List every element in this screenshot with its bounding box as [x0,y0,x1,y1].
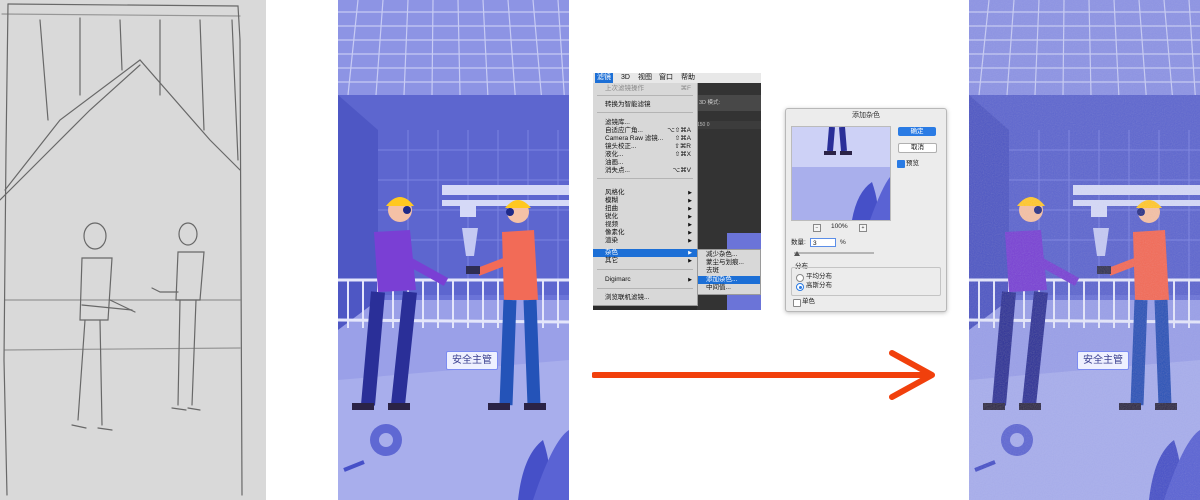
menu-item-liquify[interactable]: 液化... ⇧⌘X [593,151,697,159]
filter-dropdown: 上次滤镜操作 ⌘F 转换为智能滤镜 滤镜库... 自适应广角... ⌥⇧⌘A Cam… [593,83,698,306]
right-arrow [592,348,940,400]
photoshop-filter-menu-screenshot: 3D 模式: 150 0 滤镜 3D 视图 窗口 帮助 上次滤镜操作 ⌘F 转换为… [593,73,761,310]
amount-label: 数量: [791,239,806,246]
menu-3d[interactable]: 3D [621,73,630,83]
add-noise-dialog: 添加杂色 − 100% + 确定 取消 预览 数量: 3 % 分布 平均分布 高… [785,108,947,312]
menu-item-adaptive-wide[interactable]: 自适应广角... ⌥⇧⌘A [593,127,697,135]
menu-item-browse-online[interactable]: 浏览联机滤镜... [593,294,697,302]
menu-window[interactable]: 窗口 [659,73,673,83]
amount-slider-track[interactable] [794,252,874,254]
menu-separator [597,112,693,113]
zoom-out-button[interactable]: − [813,224,821,232]
menu-separator [597,178,693,179]
menu-item-camera-raw[interactable]: Camera Raw 滤镜... ⇧⌘A [593,135,697,143]
monochromatic-label: 单色 [802,298,815,305]
monochromatic-checkbox[interactable] [793,299,801,307]
menu-item-pixelate[interactable]: 像素化 ▶ [593,229,697,237]
amount-input[interactable]: 3 [810,238,836,247]
menu-separator [597,288,693,289]
noise-submenu: 减少杂色... 蒙尘与划痕... 去斑 添加杂色... 中间值... [697,249,761,295]
menu-item-video[interactable]: 视频 ▶ [593,221,697,229]
uniform-label: 平均分布 [806,273,832,280]
menu-item-sharpen[interactable]: 锐化 ▶ [593,213,697,221]
ok-button[interactable]: 确定 [898,127,936,136]
menu-item-distort[interactable]: 扭曲 ▶ [593,205,697,213]
submenu-add-noise[interactable]: 添加杂色... [698,276,760,284]
illustration-before: 安全主管 [338,0,569,500]
preview-label: 预览 [906,160,919,167]
ruler-numbers: 150 0 [697,122,710,128]
dialog-preview-image [791,126,891,221]
zoom-in-button[interactable]: + [859,224,867,232]
preview-checkbox[interactable] [897,160,905,168]
menu-item-stylize[interactable]: 风格化 ▶ [593,189,697,197]
zoom-level: 100% [831,223,848,230]
submenu-despeckle[interactable]: 去斑 [698,267,760,275]
menu-item-last-filter[interactable]: 上次滤镜操作 ⌘F [593,85,697,93]
menu-item-vanishing-point[interactable]: 消失点... ⌥⌘V [593,167,697,175]
menu-bar: 滤镜 3D 视图 窗口 帮助 [593,73,761,83]
dialog-title: 添加杂色 [852,112,880,119]
menu-item-other[interactable]: 其它 ▶ [593,257,697,265]
menu-item-digimarc[interactable]: Digimarc ▶ [593,276,697,284]
gaussian-radio[interactable] [796,283,804,291]
cancel-button[interactable]: 取消 [898,143,937,153]
menu-separator [597,269,693,270]
safety-supervisor-sign: 安全主管 [446,351,498,370]
amount-slider-handle[interactable] [794,251,800,256]
menu-view[interactable]: 视图 [638,73,652,83]
menu-item-lens-correction[interactable]: 镜头校正... ⇧⌘R [593,143,697,151]
submenu-reduce-noise[interactable]: 减少杂色... [698,251,760,259]
menu-separator [597,95,693,96]
pencil-sketch-image [0,0,266,500]
safety-supervisor-sign: 安全主管 [1077,351,1129,370]
menu-help[interactable]: 帮助 [681,73,695,83]
uniform-radio[interactable] [796,274,804,282]
menu-item-blur[interactable]: 模糊 ▶ [593,197,697,205]
menu-item-convert-smart[interactable]: 转换为智能滤镜 [593,101,697,109]
submenu-median[interactable]: 中间值... [698,284,760,292]
3d-mode-label: 3D 模式: [699,100,721,106]
submenu-dust-scratches[interactable]: 蒙尘与划痕... [698,259,760,267]
menu-item-render[interactable]: 渲染 ▶ [593,237,697,245]
amount-unit: % [840,239,846,246]
ruler: 150 0 [697,121,761,129]
illustration-after: 安全主管 [969,0,1200,500]
menu-item-oil-paint[interactable]: 油画... [593,159,697,167]
menu-item-noise[interactable]: 杂色 ▶ [593,249,697,257]
gaussian-label: 高斯分布 [806,282,832,289]
menu-filter[interactable]: 滤镜 [595,73,613,83]
options-bar: 3D 模式: [697,95,761,111]
menu-item-filter-gallery[interactable]: 滤镜库... [593,119,697,127]
